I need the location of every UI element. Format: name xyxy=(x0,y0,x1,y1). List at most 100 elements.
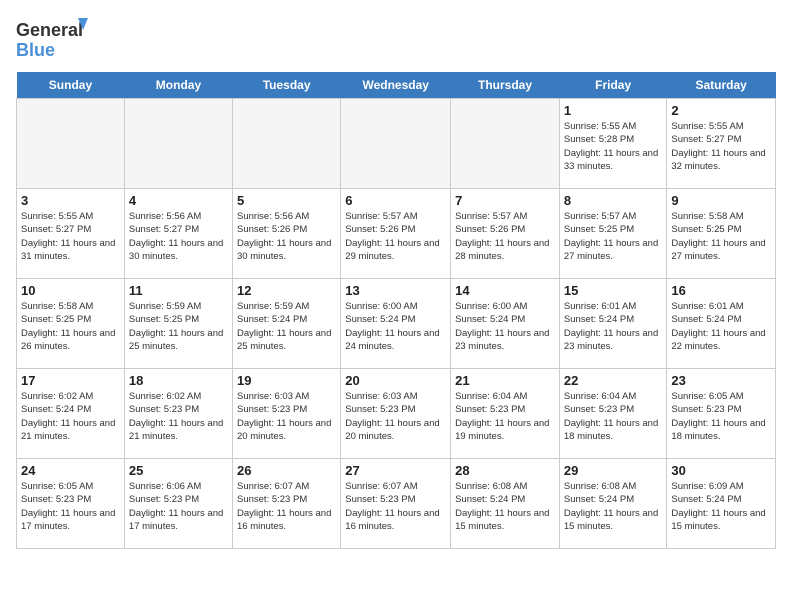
calendar-cell: 24Sunrise: 6:05 AM Sunset: 5:23 PM Dayli… xyxy=(17,459,125,549)
date-number: 10 xyxy=(21,283,120,298)
calendar-cell: 20 Sunrise: 6:03 AM Sunset: 5:23 PM Dayli… xyxy=(341,369,451,459)
cell-info: Sunrise: 6:00 AM Sunset: 5:24 PM Dayligh… xyxy=(345,300,446,353)
date-number: 5 xyxy=(237,193,336,208)
calendar-cell: 7Sunrise: 5:57 AM Sunset: 5:26 PM Daylig… xyxy=(451,189,560,279)
cell-info: Sunrise: 6:00 AM Sunset: 5:24 PM Dayligh… xyxy=(455,300,555,353)
cell-info: Sunrise: 6:01 AM Sunset: 5:24 PM Dayligh… xyxy=(564,300,662,353)
cell-info: Sunrise: 6:08 AM Sunset: 5:24 PM Dayligh… xyxy=(455,480,555,533)
cell-info: Sunrise: 5:58 AM Sunset: 5:25 PM Dayligh… xyxy=(671,210,771,263)
cell-info: Sunrise: 6:07 AM Sunset: 5:23 PM Dayligh… xyxy=(345,480,446,533)
svg-text:Blue: Blue xyxy=(16,40,55,60)
cell-info: Sunrise: 6:08 AM Sunset: 5:24 PM Dayligh… xyxy=(564,480,662,533)
date-number: 15 xyxy=(564,283,662,298)
cell-info: Sunrise: 5:55 AM Sunset: 5:27 PM Dayligh… xyxy=(671,120,771,173)
calendar-cell: 9 Sunrise: 5:58 AM Sunset: 5:25 PM Daylig… xyxy=(667,189,776,279)
date-number: 8 xyxy=(564,193,662,208)
date-number: 4 xyxy=(129,193,228,208)
date-number: 17 xyxy=(21,373,120,388)
calendar-cell: 15 Sunrise: 6:01 AM Sunset: 5:24 PM Dayli… xyxy=(559,279,666,369)
day-header-wednesday: Wednesday xyxy=(341,72,451,99)
calendar-cell: 3 Sunrise: 5:55 AM Sunset: 5:27 PM Daylig… xyxy=(17,189,125,279)
calendar-cell: 28Sunrise: 6:08 AM Sunset: 5:24 PM Dayli… xyxy=(451,459,560,549)
date-number: 18 xyxy=(129,373,228,388)
calendar-table: SundayMondayTuesdayWednesdayThursdayFrid… xyxy=(16,72,776,549)
calendar-cell: 19 Sunrise: 6:03 AM Sunset: 5:23 PM Dayli… xyxy=(233,369,341,459)
calendar-cell xyxy=(124,99,232,189)
week-row-1: 1 Sunrise: 5:55 AM Sunset: 5:28 PM Daylig… xyxy=(17,99,776,189)
calendar-cell: 1 Sunrise: 5:55 AM Sunset: 5:28 PM Daylig… xyxy=(559,99,666,189)
calendar-cell xyxy=(341,99,451,189)
calendar-cell: 23 Sunrise: 6:05 AM Sunset: 5:23 PM Dayli… xyxy=(667,369,776,459)
date-number: 22 xyxy=(564,373,662,388)
week-row-5: 24Sunrise: 6:05 AM Sunset: 5:23 PM Dayli… xyxy=(17,459,776,549)
date-number: 9 xyxy=(671,193,771,208)
cell-info: Sunrise: 5:56 AM Sunset: 5:27 PM Dayligh… xyxy=(129,210,228,263)
cell-info: Sunrise: 5:56 AM Sunset: 5:26 PM Dayligh… xyxy=(237,210,336,263)
date-number: 23 xyxy=(671,373,771,388)
cell-info: Sunrise: 5:55 AM Sunset: 5:28 PM Dayligh… xyxy=(564,120,662,173)
week-row-3: 10Sunrise: 5:58 AM Sunset: 5:25 PM Dayli… xyxy=(17,279,776,369)
calendar-cell xyxy=(17,99,125,189)
cell-info: Sunrise: 6:07 AM Sunset: 5:23 PM Dayligh… xyxy=(237,480,336,533)
header-row: SundayMondayTuesdayWednesdayThursdayFrid… xyxy=(17,72,776,99)
calendar-cell xyxy=(233,99,341,189)
cell-info: Sunrise: 6:09 AM Sunset: 5:24 PM Dayligh… xyxy=(671,480,771,533)
calendar-cell: 17 Sunrise: 6:02 AM Sunset: 5:24 PM Dayli… xyxy=(17,369,125,459)
calendar-cell: 22Sunrise: 6:04 AM Sunset: 5:23 PM Dayli… xyxy=(559,369,666,459)
date-number: 19 xyxy=(237,373,336,388)
calendar-cell: 16 Sunrise: 6:01 AM Sunset: 5:24 PM Dayli… xyxy=(667,279,776,369)
date-number: 26 xyxy=(237,463,336,478)
calendar-cell: 10Sunrise: 5:58 AM Sunset: 5:25 PM Dayli… xyxy=(17,279,125,369)
week-row-2: 3 Sunrise: 5:55 AM Sunset: 5:27 PM Daylig… xyxy=(17,189,776,279)
date-number: 12 xyxy=(237,283,336,298)
date-number: 2 xyxy=(671,103,771,118)
logo: GeneralBlue xyxy=(16,16,96,60)
calendar-cell: 13 Sunrise: 6:00 AM Sunset: 5:24 PM Dayli… xyxy=(341,279,451,369)
cell-info: Sunrise: 6:02 AM Sunset: 5:24 PM Dayligh… xyxy=(21,390,120,443)
calendar-cell: 4 Sunrise: 5:56 AM Sunset: 5:27 PM Daylig… xyxy=(124,189,232,279)
date-number: 11 xyxy=(129,283,228,298)
cell-info: Sunrise: 6:05 AM Sunset: 5:23 PM Dayligh… xyxy=(671,390,771,443)
date-number: 1 xyxy=(564,103,662,118)
calendar-cell: 8 Sunrise: 5:57 AM Sunset: 5:25 PM Daylig… xyxy=(559,189,666,279)
date-number: 20 xyxy=(345,373,446,388)
date-number: 7 xyxy=(455,193,555,208)
cell-info: Sunrise: 6:04 AM Sunset: 5:23 PM Dayligh… xyxy=(455,390,555,443)
date-number: 21 xyxy=(455,373,555,388)
calendar-cell: 14 Sunrise: 6:00 AM Sunset: 5:24 PM Dayli… xyxy=(451,279,560,369)
calendar-cell: 11 Sunrise: 5:59 AM Sunset: 5:25 PM Dayli… xyxy=(124,279,232,369)
header: GeneralBlue xyxy=(16,16,776,60)
cell-info: Sunrise: 5:59 AM Sunset: 5:25 PM Dayligh… xyxy=(129,300,228,353)
cell-info: Sunrise: 6:01 AM Sunset: 5:24 PM Dayligh… xyxy=(671,300,771,353)
day-header-thursday: Thursday xyxy=(451,72,560,99)
date-number: 13 xyxy=(345,283,446,298)
date-number: 25 xyxy=(129,463,228,478)
cell-info: Sunrise: 5:55 AM Sunset: 5:27 PM Dayligh… xyxy=(21,210,120,263)
calendar-cell: 18 Sunrise: 6:02 AM Sunset: 5:23 PM Dayli… xyxy=(124,369,232,459)
cell-info: Sunrise: 5:57 AM Sunset: 5:25 PM Dayligh… xyxy=(564,210,662,263)
calendar-cell: 6Sunrise: 5:57 AM Sunset: 5:26 PM Daylig… xyxy=(341,189,451,279)
calendar-cell: 29 Sunrise: 6:08 AM Sunset: 5:24 PM Dayli… xyxy=(559,459,666,549)
svg-text:General: General xyxy=(16,20,83,40)
calendar-cell: 5 Sunrise: 5:56 AM Sunset: 5:26 PM Daylig… xyxy=(233,189,341,279)
day-header-tuesday: Tuesday xyxy=(233,72,341,99)
date-number: 14 xyxy=(455,283,555,298)
date-number: 3 xyxy=(21,193,120,208)
cell-info: Sunrise: 5:57 AM Sunset: 5:26 PM Dayligh… xyxy=(345,210,446,263)
date-number: 16 xyxy=(671,283,771,298)
date-number: 24 xyxy=(21,463,120,478)
week-row-4: 17 Sunrise: 6:02 AM Sunset: 5:24 PM Dayli… xyxy=(17,369,776,459)
calendar-cell: 21 Sunrise: 6:04 AM Sunset: 5:23 PM Dayli… xyxy=(451,369,560,459)
calendar-cell: 27 Sunrise: 6:07 AM Sunset: 5:23 PM Dayli… xyxy=(341,459,451,549)
date-number: 29 xyxy=(564,463,662,478)
calendar-cell: 30Sunrise: 6:09 AM Sunset: 5:24 PM Dayli… xyxy=(667,459,776,549)
cell-info: Sunrise: 6:03 AM Sunset: 5:23 PM Dayligh… xyxy=(237,390,336,443)
day-header-friday: Friday xyxy=(559,72,666,99)
date-number: 27 xyxy=(345,463,446,478)
cell-info: Sunrise: 6:02 AM Sunset: 5:23 PM Dayligh… xyxy=(129,390,228,443)
calendar-cell: 12Sunrise: 5:59 AM Sunset: 5:24 PM Dayli… xyxy=(233,279,341,369)
calendar-cell: 25Sunrise: 6:06 AM Sunset: 5:23 PM Dayli… xyxy=(124,459,232,549)
calendar-cell: 2 Sunrise: 5:55 AM Sunset: 5:27 PM Daylig… xyxy=(667,99,776,189)
cell-info: Sunrise: 6:03 AM Sunset: 5:23 PM Dayligh… xyxy=(345,390,446,443)
logo-icon: GeneralBlue xyxy=(16,16,96,60)
